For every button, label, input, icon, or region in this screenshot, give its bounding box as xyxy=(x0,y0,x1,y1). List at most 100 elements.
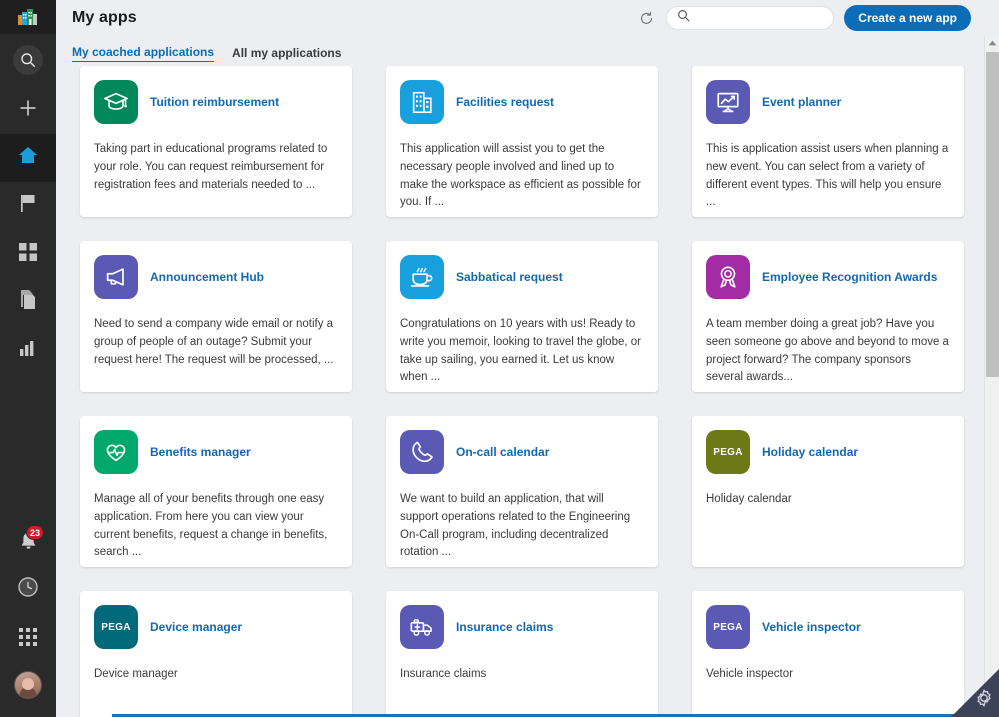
app-card-title[interactable]: Vehicle inspector xyxy=(762,620,861,634)
app-card[interactable]: On-call calendar We want to build an appl… xyxy=(386,416,658,567)
main-area: My apps Create a new app My coached appl… xyxy=(56,0,999,717)
app-card-description: Congratulations on 10 years with us! Rea… xyxy=(400,318,641,384)
app-logo[interactable] xyxy=(0,0,56,34)
app-card-title[interactable]: Insurance claims xyxy=(456,620,553,634)
app-card-description: This is application assist users when pl… xyxy=(706,143,949,209)
user-profile-button[interactable] xyxy=(0,661,56,709)
app-switcher-icon xyxy=(19,628,37,646)
app-switcher-button[interactable] xyxy=(0,613,56,661)
app-card-title[interactable]: Holiday calendar xyxy=(762,445,858,459)
pega-logo-text: PEGA xyxy=(713,446,743,458)
app-card-header: PEGA Holiday calendar xyxy=(706,430,950,474)
app-card-description: Device manager xyxy=(94,668,178,680)
refresh-icon[interactable] xyxy=(636,8,656,28)
pega-logo-text: PEGA xyxy=(101,621,131,633)
app-tile-office-building-icon xyxy=(400,80,444,124)
grid-icon xyxy=(19,242,37,266)
app-card[interactable]: PEGA Vehicle inspector Vehicle inspector xyxy=(692,591,964,717)
tab-my-coached-applications[interactable]: My coached applications xyxy=(72,45,215,62)
app-tile-presentation-chart-icon xyxy=(706,80,750,124)
app-card-header: Tuition reimbursement xyxy=(94,80,338,124)
app-card-header: Facilities request xyxy=(400,80,644,124)
app-card-description: We want to build an application, that wi… xyxy=(400,493,631,559)
app-card-description: Manage all of your benefits through one … xyxy=(94,493,328,559)
app-card-title[interactable]: Announcement Hub xyxy=(150,270,264,284)
app-tile-pega-logo: PEGA xyxy=(94,605,138,649)
rail-bottom-group: 23 xyxy=(0,521,56,717)
ambulance-icon xyxy=(409,614,435,640)
search-icon xyxy=(13,45,43,75)
create-new-app-button[interactable]: Create a new app xyxy=(844,5,971,31)
app-tile-pega-logo: PEGA xyxy=(706,605,750,649)
app-card-header: Sabbatical request xyxy=(400,255,644,299)
notifications-button[interactable]: 23 xyxy=(0,521,56,565)
app-root: 23 My apps Create a new app My coached a… xyxy=(0,0,999,717)
app-card[interactable]: PEGA Device manager Device manager xyxy=(80,591,352,717)
rail-flag-button[interactable] xyxy=(0,182,56,230)
phone-handset-icon xyxy=(409,439,435,465)
avatar xyxy=(14,671,42,699)
app-card[interactable]: Employee Recognition Awards A team member… xyxy=(692,241,964,392)
rail-home-button[interactable] xyxy=(0,134,56,182)
search-icon xyxy=(677,9,690,27)
plus-icon xyxy=(18,98,38,123)
app-card-description: A team member doing a great job? Have yo… xyxy=(706,318,949,384)
settings-corner-button[interactable] xyxy=(951,669,999,717)
rail-create-button[interactable] xyxy=(0,86,56,134)
app-card-header: On-call calendar xyxy=(400,430,644,474)
office-building-icon xyxy=(409,89,435,115)
app-tile-heart-pulse-icon xyxy=(94,430,138,474)
app-card-header: Benefits manager xyxy=(94,430,338,474)
app-card[interactable]: Sabbatical request Congratulations on 10 … xyxy=(386,241,658,392)
app-card-header: PEGA Vehicle inspector xyxy=(706,605,950,649)
apps-scroll-region: Tuition reimbursement Taking part in educ… xyxy=(56,62,984,717)
vertical-scrollbar[interactable] xyxy=(984,36,999,717)
app-card[interactable]: Insurance claims Insurance claims xyxy=(386,591,658,717)
app-card-title[interactable]: Sabbatical request xyxy=(456,270,563,284)
page-title: My apps xyxy=(72,9,137,26)
graduation-cap-icon xyxy=(103,89,129,115)
rail-search-button[interactable] xyxy=(0,34,56,86)
app-card-title[interactable]: Event planner xyxy=(762,95,841,109)
app-tile-award-ribbon-icon xyxy=(706,255,750,299)
app-tile-coffee-cup-icon xyxy=(400,255,444,299)
app-card-description: Holiday calendar xyxy=(706,493,792,505)
search-box[interactable] xyxy=(666,6,835,30)
app-card-title[interactable]: Facilities request xyxy=(456,95,554,109)
app-card-title[interactable]: Device manager xyxy=(150,620,242,634)
app-tile-phone-handset-icon xyxy=(400,430,444,474)
app-card-header: Employee Recognition Awards xyxy=(706,255,950,299)
app-card[interactable]: Event planner This is application assist … xyxy=(692,66,964,217)
app-tile-megaphone-icon xyxy=(94,255,138,299)
app-card[interactable]: Facilities request This application will … xyxy=(386,66,658,217)
app-card-header: Event planner xyxy=(706,80,950,124)
scroll-up-arrow[interactable] xyxy=(985,36,999,50)
gear-icon xyxy=(974,688,994,713)
app-card[interactable]: PEGA Holiday calendar Holiday calendar xyxy=(692,416,964,567)
app-tile-pega-logo: PEGA xyxy=(706,430,750,474)
rail-reports-button[interactable] xyxy=(0,326,56,374)
app-card-title[interactable]: On-call calendar xyxy=(456,445,549,459)
document-icon xyxy=(19,289,37,315)
flag-icon xyxy=(19,194,37,218)
app-card[interactable]: Benefits manager Manage all of your benef… xyxy=(80,416,352,567)
app-card[interactable]: Tuition reimbursement Taking part in educ… xyxy=(80,66,352,217)
pega-logo-text: PEGA xyxy=(713,621,743,633)
recents-button[interactable] xyxy=(0,565,56,613)
search-input[interactable] xyxy=(696,11,824,25)
megaphone-icon xyxy=(103,264,129,290)
app-card-title[interactable]: Tuition reimbursement xyxy=(150,95,279,109)
app-card[interactable]: Announcement Hub Need to send a company w… xyxy=(80,241,352,392)
page-header: My apps Create a new app xyxy=(56,0,999,36)
scrollbar-thumb[interactable] xyxy=(986,52,999,377)
tab-all-my-applications[interactable]: All my applications xyxy=(232,46,341,62)
rail-documents-button[interactable] xyxy=(0,278,56,326)
coffee-cup-icon xyxy=(409,264,435,290)
presentation-chart-icon xyxy=(715,89,741,115)
app-card-title[interactable]: Benefits manager xyxy=(150,445,251,459)
notification-badge: 23 xyxy=(25,525,44,540)
tab-bar: My coached applications All my applicati… xyxy=(56,36,999,62)
app-card-description: Vehicle inspector xyxy=(706,668,793,680)
rail-apps-grid-button[interactable] xyxy=(0,230,56,278)
app-card-title[interactable]: Employee Recognition Awards xyxy=(762,270,937,284)
